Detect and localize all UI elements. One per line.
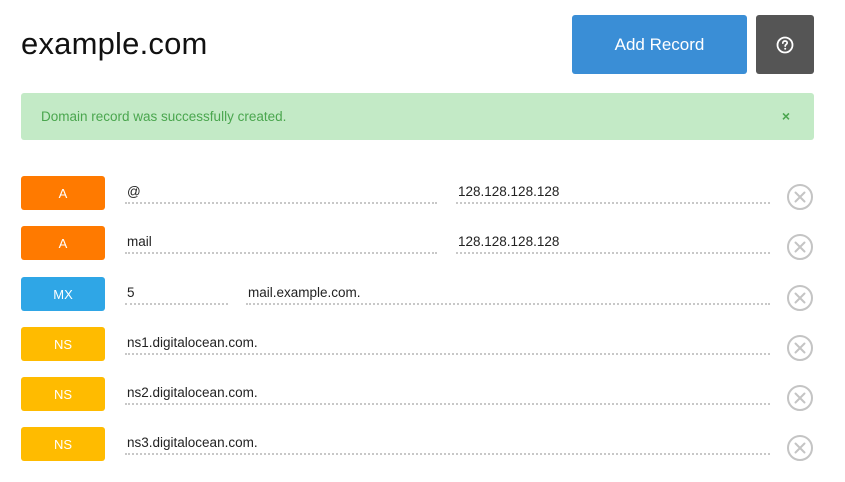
close-circle-icon[interactable] <box>786 384 814 412</box>
close-circle-icon[interactable] <box>786 284 814 312</box>
add-record-button[interactable]: Add Record <box>572 15 747 74</box>
dns-records-page: example.com Add Record Domain record was… <box>0 0 845 482</box>
record-type-badge[interactable]: NS <box>21 327 105 361</box>
record-type-badge[interactable]: A <box>21 226 105 260</box>
record-row: A mail 128.128.128.128 <box>21 226 821 262</box>
record-priority-field[interactable]: 5 <box>125 283 228 305</box>
close-circle-icon[interactable] <box>786 183 814 211</box>
question-circle-icon <box>776 36 794 53</box>
record-row: MX 5 mail.example.com. <box>21 277 821 313</box>
record-type-badge[interactable]: NS <box>21 427 105 461</box>
record-hostname-field[interactable]: @ <box>125 182 437 204</box>
record-value-field[interactable]: ns2.digitalocean.com. <box>125 383 770 405</box>
record-row: NS ns1.digitalocean.com. <box>21 327 821 363</box>
close-circle-icon[interactable] <box>786 434 814 462</box>
record-value-field[interactable]: 128.128.128.128 <box>456 232 770 254</box>
close-icon[interactable]: × <box>782 107 790 125</box>
record-row: NS ns3.digitalocean.com. <box>21 427 821 463</box>
record-row: NS ns2.digitalocean.com. <box>21 377 821 413</box>
page-title: example.com <box>21 26 208 61</box>
record-value-field[interactable]: ns3.digitalocean.com. <box>125 433 770 455</box>
record-type-badge[interactable]: A <box>21 176 105 210</box>
record-value-field[interactable]: mail.example.com. <box>246 283 770 305</box>
alert-message: Domain record was successfully created. <box>41 109 287 124</box>
close-circle-icon[interactable] <box>786 233 814 261</box>
help-button[interactable] <box>756 15 814 74</box>
record-value-field[interactable]: 128.128.128.128 <box>456 182 770 204</box>
record-type-badge[interactable]: NS <box>21 377 105 411</box>
close-circle-icon[interactable] <box>786 334 814 362</box>
success-alert: Domain record was successfully created. … <box>21 93 814 140</box>
record-row: A @ 128.128.128.128 <box>21 176 821 212</box>
record-type-badge[interactable]: MX <box>21 277 105 311</box>
record-hostname-field[interactable]: mail <box>125 232 437 254</box>
record-value-field[interactable]: ns1.digitalocean.com. <box>125 333 770 355</box>
